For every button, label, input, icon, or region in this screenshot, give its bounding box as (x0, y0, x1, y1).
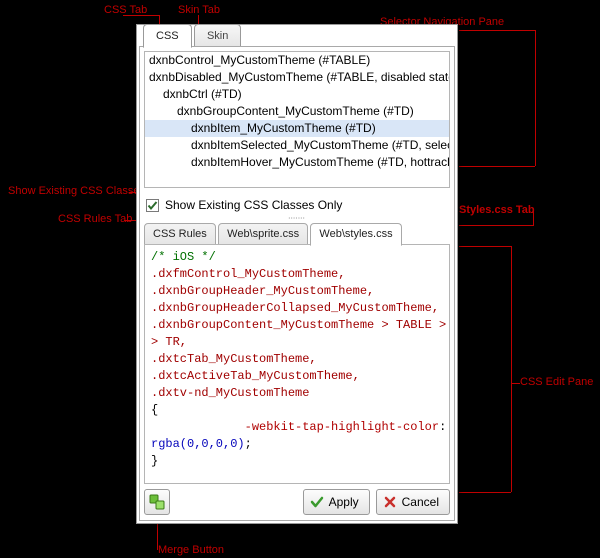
nav-item[interactable]: dxnbControl_MyCustomTheme (#TABLE) (145, 52, 449, 69)
ann-line (459, 166, 535, 167)
css-edit-pane[interactable]: /* iOS */ .dxfmControl_MyCustomTheme, .d… (144, 244, 450, 484)
nav-item-label: dxnbDisabled_MyCustomTheme (#TABLE, disa… (149, 70, 450, 84)
ann-show-existing: Show Existing CSS Classes (8, 185, 145, 197)
code-selector: .dxfmControl_MyCustomTheme, (151, 267, 345, 281)
ann-line (123, 15, 159, 16)
merge-icon (149, 494, 165, 510)
ann-styles-tab: Styles.css Tab (459, 204, 535, 216)
stage: CSS Tab Skin Tab Selector Navigation Pan… (0, 0, 600, 558)
tab-label: Web\styles.css (319, 228, 392, 240)
grip-icon[interactable]: ••••••• (279, 215, 315, 220)
ann-line (512, 383, 520, 384)
splitter-bar[interactable] (144, 188, 450, 192)
ann-line (535, 30, 536, 166)
nav-item-label: dxnbCtrl (#TD) (163, 87, 242, 101)
check-icon (310, 495, 324, 509)
code-comment: /* iOS */ (151, 250, 216, 264)
ann-line (459, 246, 511, 247)
ann-line (459, 225, 534, 226)
panel-content: dxnbControl_MyCustomTheme (#TABLE) dxnbD… (139, 46, 455, 521)
code-prop: -webkit-tap-highlight-color (245, 420, 439, 434)
close-icon (383, 495, 397, 509)
tab-label: CSS Rules (153, 228, 207, 240)
code-selector: .dxnbGroupContent_MyCustomTheme > TABLE … (151, 318, 450, 332)
ann-css-rules-tab: CSS Rules Tab (58, 213, 132, 225)
css-editor-text[interactable]: /* iOS */ .dxfmControl_MyCustomTheme, .d… (145, 245, 449, 474)
show-existing-checkbox[interactable] (146, 199, 159, 212)
tab-skin[interactable]: Skin (194, 24, 241, 48)
ann-line (459, 30, 535, 31)
code-selector: .dxtcActiveTab_MyCustomTheme, (151, 369, 360, 383)
bottom-bar: Apply Cancel (144, 488, 450, 516)
nav-item[interactable]: dxnbCtrl (#TD) (145, 86, 449, 103)
tab-styles-css[interactable]: Web\styles.css (310, 223, 401, 246)
code-selector: > TR, (151, 335, 187, 349)
nav-item[interactable]: dxnbGroupContent_MyCustomTheme (#TD) (145, 103, 449, 120)
tab-css-label: CSS (156, 30, 179, 42)
ann-merge-btn: Merge Button (158, 544, 224, 556)
cancel-button-label: Cancel (402, 495, 439, 509)
selector-navigation-pane[interactable]: dxnbControl_MyCustomTheme (#TABLE) dxnbD… (144, 51, 450, 188)
apply-button[interactable]: Apply (303, 489, 370, 515)
nav-item-label: dxnbItemSelected_MyCustomTheme (#TD, sel… (191, 138, 450, 152)
check-icon (146, 199, 159, 212)
code-brace: { (151, 403, 158, 417)
tab-css[interactable]: CSS (143, 24, 192, 48)
tab-sprite-css[interactable]: Web\sprite.css (218, 223, 308, 246)
ann-line (511, 246, 512, 492)
top-tab-strip: CSS Skin (143, 24, 453, 46)
ann-skin-tab: Skin Tab (178, 4, 220, 16)
code-selector: .dxtv-nd_MyCustomTheme (151, 386, 309, 400)
nav-item[interactable]: dxnbItemSelected_MyCustomTheme (#TD, sel… (145, 137, 449, 154)
cancel-button[interactable]: Cancel (376, 489, 450, 515)
nav-item-label: dxnbGroupContent_MyCustomTheme (#TD) (177, 104, 414, 118)
ann-edit-pane: CSS Edit Pane (520, 376, 593, 388)
mid-tab-strip: CSS Rules Web\sprite.css Web\styles.css (144, 223, 450, 245)
show-existing-row: Show Existing CSS Classes Only (146, 195, 450, 215)
tab-label: Web\sprite.css (227, 228, 299, 240)
nav-item[interactable]: dxnbDisabled_MyCustomTheme (#TABLE, disa… (145, 69, 449, 86)
show-existing-label: Show Existing CSS Classes Only (159, 198, 342, 212)
nav-item-label: dxnbControl_MyCustomTheme (#TABLE) (149, 53, 370, 67)
ann-line (459, 492, 511, 493)
ann-line (533, 211, 534, 225)
nav-item[interactable]: dxnbItemHover_MyCustomTheme (#TD, hottra… (145, 154, 449, 171)
ann-line (157, 520, 158, 550)
code-selector: .dxnbGroupHeader_MyCustomTheme, (151, 284, 374, 298)
merge-button[interactable] (144, 489, 170, 515)
tab-skin-label: Skin (207, 30, 228, 42)
tab-css-rules[interactable]: CSS Rules (144, 223, 216, 246)
nav-item-selected[interactable]: dxnbItem_MyCustomTheme (#TD) (145, 120, 449, 137)
nav-item-label: dxnbItemHover_MyCustomTheme (#TD, hottra… (191, 155, 450, 169)
main-panel: CSS Skin dxnbControl_MyCustomTheme (#TAB… (136, 24, 458, 524)
apply-button-label: Apply (329, 495, 359, 509)
nav-item-label: dxnbItem_MyCustomTheme (#TD) (191, 121, 376, 135)
code-selector: .dxnbGroupHeaderCollapsed_MyCustomTheme, (151, 301, 439, 315)
code-brace: } (151, 454, 158, 468)
code-value: rgba(0,0,0,0) (151, 437, 245, 451)
code-selector: .dxtcTab_MyCustomTheme, (151, 352, 317, 366)
